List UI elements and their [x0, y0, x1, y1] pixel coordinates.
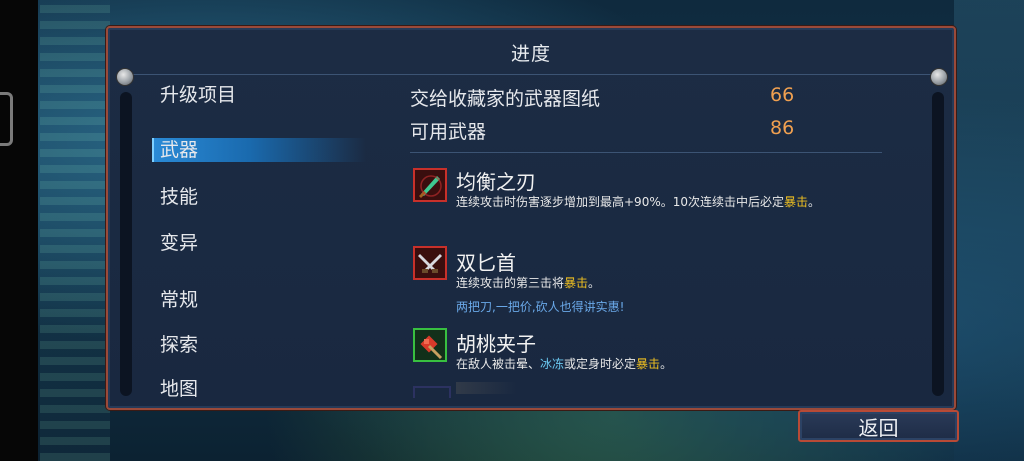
background-scenery-right [954, 0, 1024, 461]
screen-left-edge [0, 0, 38, 461]
progress-panel: 进度 升级项目 武器 技能 变异 常规 探索 地图 交给收藏家的武器图纸 66 … [106, 26, 956, 410]
weapon-description: 连续攻击时伤害逐步增加到最高+90%。10次连续击中后必定暴击。 [456, 195, 821, 209]
weapon-flavor-text: 两把刀,一把价,砍人也得讲实惠! [456, 300, 625, 314]
balanced-blade-icon[interactable] [413, 168, 447, 202]
sidebar-item-explore[interactable]: 探索 [160, 330, 198, 357]
back-button[interactable]: 返回 [798, 410, 959, 442]
background-scenery [40, 0, 110, 461]
next-weapon-icon [413, 386, 451, 398]
sidebar-item-skills[interactable]: 技能 [160, 182, 198, 209]
weapon-name: 均衡之刃 [456, 170, 536, 194]
right-scrollbar[interactable] [932, 92, 944, 396]
left-knob-icon [116, 68, 134, 86]
crit-keyword: 暴击 [564, 276, 589, 290]
next-weapon-name-faded [456, 382, 516, 394]
hexagon-menu-icon[interactable] [0, 92, 13, 146]
sidebar-heading: 升级项目 [160, 84, 237, 106]
crit-keyword: 暴击 [784, 195, 809, 209]
panel-title: 进度 [510, 43, 551, 65]
summary-value-available: 86 [770, 117, 795, 139]
nutcracker-icon[interactable] [413, 328, 447, 362]
sidebar-item-mutations[interactable]: 变异 [160, 228, 198, 255]
sidebar-item-general[interactable]: 常规 [160, 285, 198, 312]
crit-keyword: 暴击 [636, 357, 661, 371]
summary-value-blueprints: 66 [770, 84, 795, 106]
freeze-keyword: 冰冻 [540, 357, 565, 371]
summary-separator [410, 152, 882, 153]
sidebar-item-map[interactable]: 地图 [160, 374, 198, 401]
weapon-name: 胡桃夹子 [456, 332, 536, 356]
left-scroll-rail[interactable] [120, 92, 132, 396]
sidebar-item-weapons[interactable]: 武器 [152, 138, 366, 162]
summary-label-available: 可用武器 [410, 121, 487, 143]
twin-daggers-icon[interactable] [413, 246, 447, 280]
weapon-description: 连续攻击的第三击将暴击。 [456, 276, 601, 290]
weapon-description: 在敌人被击晕、冰冻或定身时必定暴击。 [456, 357, 673, 371]
title-divider [126, 74, 936, 75]
weapon-name: 双匕首 [456, 251, 516, 275]
right-knob-icon [930, 68, 948, 86]
summary-label-blueprints: 交给收藏家的武器图纸 [410, 88, 601, 110]
